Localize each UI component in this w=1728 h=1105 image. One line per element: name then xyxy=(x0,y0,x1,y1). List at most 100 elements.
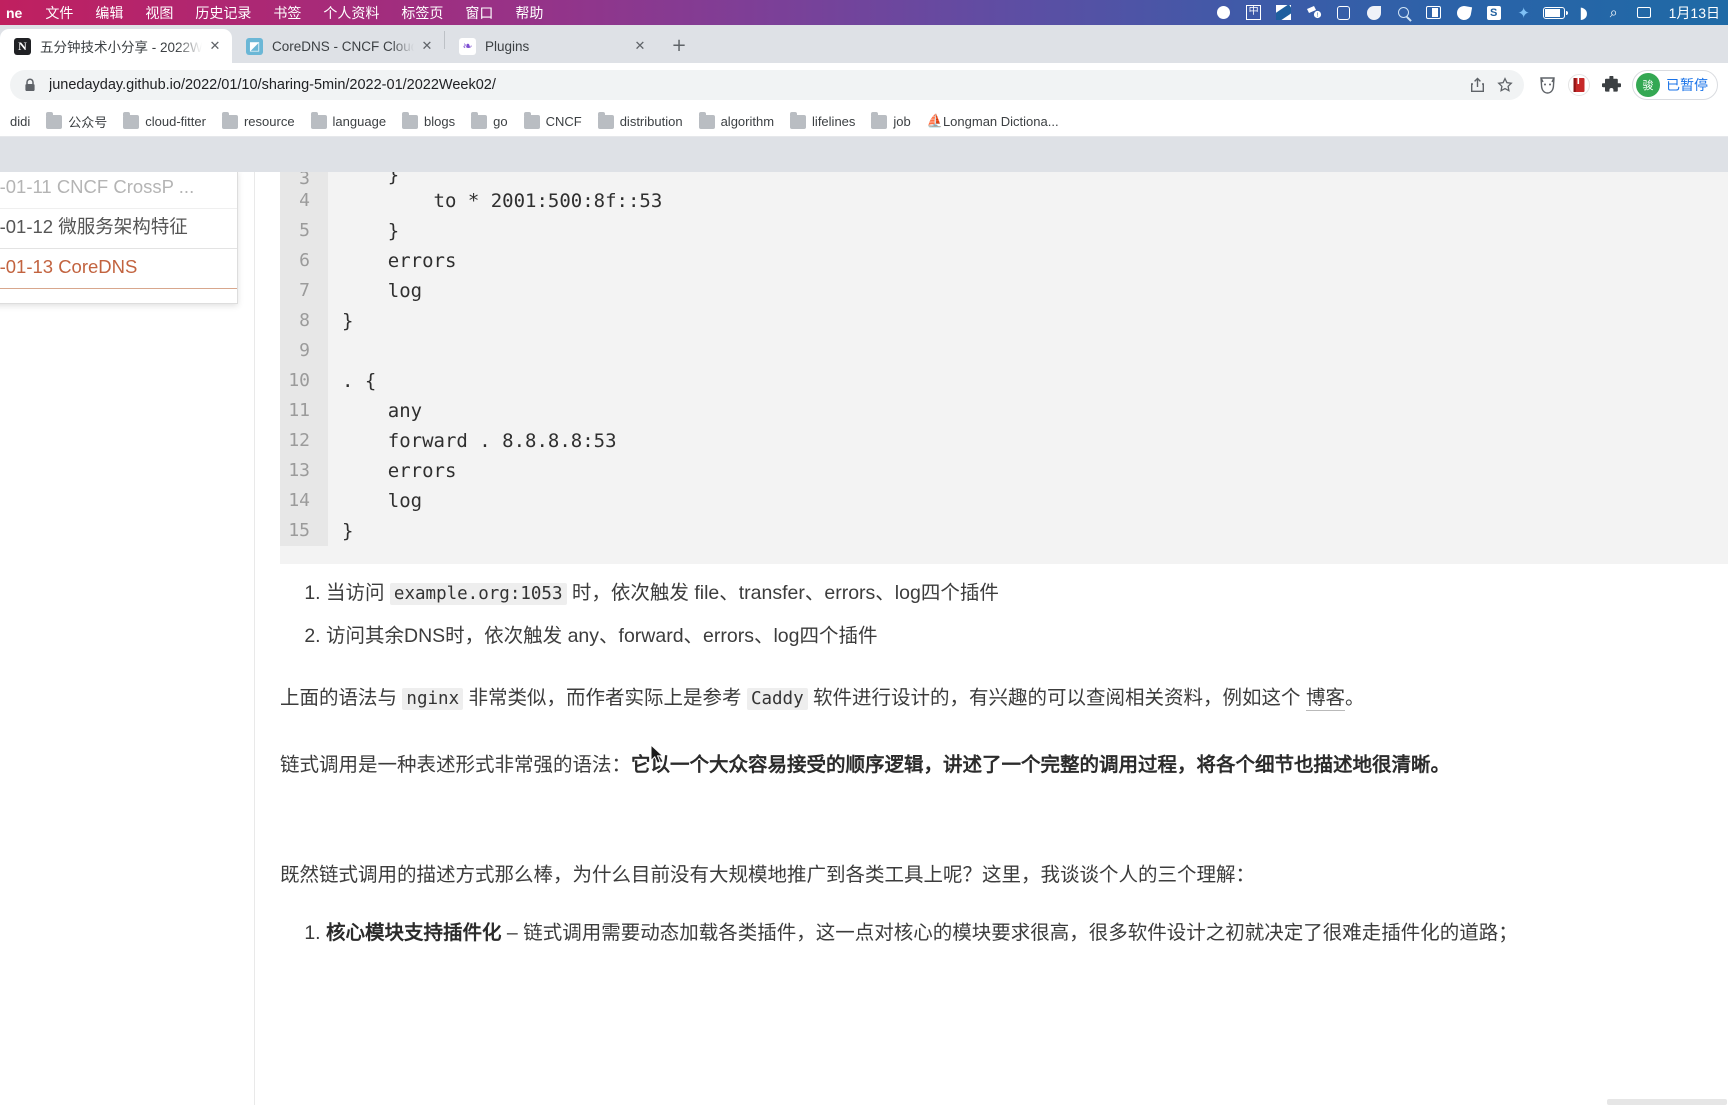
bookmark-algorithm[interactable]: algorithm xyxy=(691,110,782,134)
menu-bar-clock[interactable]: 1月13日 xyxy=(1663,3,1728,23)
code-line-number: 10 xyxy=(280,366,328,396)
menu-item-tabs[interactable]: 标签页 xyxy=(390,3,454,23)
extension-book-icon[interactable] xyxy=(1564,70,1594,100)
share-icon[interactable] xyxy=(1464,72,1490,98)
battery-charging-icon[interactable] xyxy=(1539,0,1569,25)
code-line: 14 log xyxy=(280,486,1728,516)
cleaner-icon[interactable]: ! xyxy=(1299,0,1329,25)
blog-favicon: N xyxy=(14,37,31,55)
code-line-text: any xyxy=(342,400,423,422)
menu-item-profile[interactable]: 个人资料 xyxy=(312,3,390,23)
inline-code-nginx: nginx xyxy=(402,688,464,710)
code-line-text: errors xyxy=(342,250,457,272)
search-icon[interactable]: ⌕ xyxy=(1599,0,1629,25)
bookmark-label: lifelines xyxy=(812,114,856,129)
bookmark-job[interactable]: job xyxy=(863,110,918,134)
system-tray: 中 ! S ✦ ◗ ⌕ xyxy=(1209,0,1663,25)
bookmark-go[interactable]: go xyxy=(463,110,515,134)
tab-label: 五分钟技术小分享 - 2022Week0 xyxy=(40,40,202,55)
sidebar-item-microservices[interactable]: 22-01-12 微服务架构特征 xyxy=(0,209,237,250)
menu-item-bookmarks[interactable]: 书签 xyxy=(262,3,312,23)
code-line: 10 . { xyxy=(280,366,1728,396)
menu-app-name[interactable]: ne xyxy=(6,5,22,21)
star-icon[interactable] xyxy=(1492,72,1518,98)
code-line-text: to * 2001:500:8f::53 xyxy=(342,190,663,212)
menu-item-file[interactable]: 文件 xyxy=(34,3,84,23)
menu-item-help[interactable]: 帮助 xyxy=(504,3,554,23)
bookmark-cloud-fitter[interactable]: cloud-fitter xyxy=(115,110,214,134)
folder-icon xyxy=(597,111,614,129)
bookmark-longman-dictionary[interactable]: ⛵ Longman Dictiona... xyxy=(919,110,1067,134)
bookmark-label: language xyxy=(332,114,387,129)
list-item: 核心模块支持插件化 – 链式调用需要动态加载各类插件，这一点对核心的模块要求很高… xyxy=(326,918,1720,950)
bookmark-language[interactable]: language xyxy=(303,110,395,134)
split-screen-icon[interactable] xyxy=(1419,0,1449,25)
tab-plugins[interactable]: ❧ Plugins ✕ xyxy=(445,29,657,63)
bookmark-resource[interactable]: resource xyxy=(214,110,303,134)
bookmark-cncf[interactable]: CNCF xyxy=(516,110,590,134)
ship-icon: ⛵ xyxy=(926,113,943,129)
bookmark-distribution[interactable]: distribution xyxy=(590,110,691,134)
menu-item-view[interactable]: 视图 xyxy=(134,3,184,23)
record-circle-icon[interactable] xyxy=(1209,0,1239,25)
sidebar-item-coredns[interactable]: 22-01-13 CoreDNS xyxy=(0,249,237,290)
code-line-number: 8 xyxy=(280,306,328,336)
tab-label: Plugins xyxy=(485,38,530,54)
window-manager-icon[interactable] xyxy=(1329,0,1359,25)
menu-item-history[interactable]: 历史记录 xyxy=(184,3,262,23)
code-line-number: 14 xyxy=(280,486,328,516)
input-method-chinese-icon[interactable]: 中 xyxy=(1239,0,1269,25)
code-line: 6 errors xyxy=(280,246,1728,276)
code-line-number: 6 xyxy=(280,246,328,276)
water-drop-icon[interactable] xyxy=(1449,0,1479,25)
bookmark-lifelines[interactable]: lifelines xyxy=(782,110,863,134)
tab-blog[interactable]: N 五分钟技术小分享 - 2022Week0 ✕ xyxy=(0,29,232,63)
dark-mode-toggle-icon[interactable] xyxy=(1269,0,1299,25)
code-line-text: . { xyxy=(342,370,377,392)
paragraph-text: 上面的语法与 xyxy=(280,687,403,709)
tab-close-icon[interactable]: ✕ xyxy=(418,37,436,55)
code-line: 13 errors xyxy=(280,456,1728,486)
code-line-text: forward . 8.8.8.8:53 xyxy=(342,430,617,452)
menu-item-edit[interactable]: 编辑 xyxy=(84,3,134,23)
menu-item-window[interactable]: 窗口 xyxy=(454,3,504,23)
profile-status-pill[interactable]: 骏 已暂停 xyxy=(1632,70,1718,100)
bookmark-blogs[interactable]: blogs xyxy=(394,110,463,134)
bookmarks-bar: didi 公众号 cloud-fitter resource language … xyxy=(0,107,1728,137)
extensions-puzzle-icon[interactable] xyxy=(1596,70,1626,100)
code-line: 8 } xyxy=(280,306,1728,336)
cncf-favicon: ◩ xyxy=(246,37,263,55)
evernote-icon[interactable] xyxy=(1359,0,1389,25)
bookmark-label: algorithm xyxy=(720,114,775,129)
profile-status-text: 已暂停 xyxy=(1666,77,1708,93)
bluetooth-icon[interactable]: ✦ xyxy=(1509,0,1539,25)
toc-popup: 22-01-11 CNCF CrossP ... 22-01-12 微服务架构特… xyxy=(0,172,238,305)
code-line: 7 log xyxy=(280,276,1728,306)
folder-icon xyxy=(402,111,419,129)
bookmark-gongzhonghao[interactable]: 公众号 xyxy=(38,110,115,134)
folder-icon xyxy=(523,111,540,129)
code-line-number: 9 xyxy=(280,336,328,366)
control-center-icon[interactable] xyxy=(1629,0,1659,25)
code-line: 11 any xyxy=(280,396,1728,426)
new-tab-button[interactable]: + xyxy=(665,31,693,59)
code-line-number: 11 xyxy=(280,396,328,426)
folder-icon xyxy=(46,111,63,129)
list-item-text: 当访问 xyxy=(326,582,390,604)
bookmark-didi[interactable]: didi xyxy=(2,110,38,134)
tab-coredns[interactable]: ◩ CoreDNS - CNCF Cloud Native ✕ xyxy=(232,29,444,63)
code-block[interactable]: 3 } 4 to * 2001:500:8f::53 5 } 6 errors xyxy=(280,172,1728,564)
code-line-number: 12 xyxy=(280,426,328,456)
tab-close-icon[interactable]: ✕ xyxy=(631,37,649,55)
blog-link[interactable]: 博客 xyxy=(1305,687,1345,711)
wifi-icon[interactable]: ◗ xyxy=(1569,0,1599,25)
extension-fox-icon[interactable] xyxy=(1532,70,1562,100)
paragraph-text: 软件进行设计的，有兴趣的可以查阅相关资料，例如这个 xyxy=(807,687,1306,709)
spotlight-search-icon[interactable] xyxy=(1389,0,1419,25)
tab-close-icon[interactable]: ✕ xyxy=(206,37,224,55)
code-line-text: } xyxy=(342,172,400,186)
folder-icon xyxy=(790,111,807,129)
snipaste-icon[interactable]: S xyxy=(1479,0,1509,25)
sidebar-item-cncf-crossplane[interactable]: 22-01-11 CNCF CrossP ... xyxy=(0,175,237,210)
address-bar[interactable]: junedayday.github.io/2022/01/10/sharing-… xyxy=(10,70,1524,100)
